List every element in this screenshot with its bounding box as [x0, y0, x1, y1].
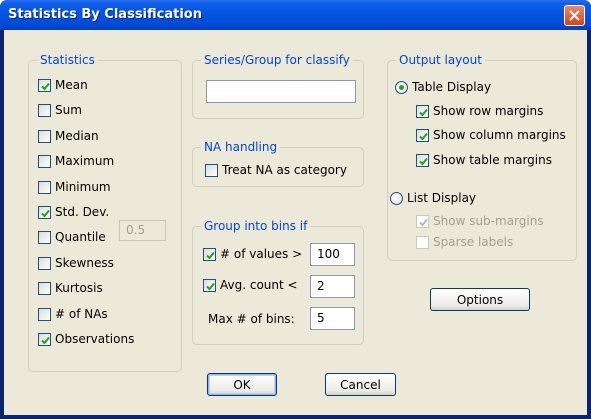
values-input[interactable]: 100: [310, 243, 355, 266]
stat-item-label: Quantile: [55, 230, 106, 244]
checkbox-box: [38, 154, 51, 168]
series-input[interactable]: [206, 80, 356, 103]
stat-item-label: # of NAs: [55, 307, 108, 321]
checkmark-icon: [419, 132, 428, 140]
checkbox-box: [203, 247, 216, 261]
close-icon: [569, 10, 580, 21]
list-display-label: List Display: [407, 191, 477, 205]
avg-count-label: Avg. count <: [220, 278, 298, 292]
checkmark-icon: [206, 282, 215, 290]
stat-item-label: Mean: [55, 78, 88, 92]
stat-mean-checkbox[interactable]: Mean: [38, 76, 88, 94]
values-label: # of values >: [220, 247, 303, 261]
row-margins-label: Show row margins: [433, 104, 544, 118]
quantile-input[interactable]: 0.5: [119, 220, 166, 241]
sparse-labels-label: Sparse labels: [433, 235, 514, 249]
checkmark-icon: [41, 209, 50, 217]
checkbox-box: [38, 281, 51, 295]
sub-margins-checkbox[interactable]: Show sub-margins: [416, 212, 544, 230]
checkbox-box: [205, 163, 218, 177]
checkmark-icon: [41, 82, 50, 90]
avg-count-input[interactable]: 2: [310, 275, 355, 298]
radio-circle: [395, 80, 408, 94]
checkbox-box: [38, 180, 51, 194]
stat-item-label: Maximum: [55, 154, 115, 168]
close-button[interactable]: [564, 5, 585, 26]
series-title: Series/Group for classify: [201, 53, 353, 67]
dialog-client: Statistics 0.5 Series/Group for classify…: [4, 30, 587, 415]
stat-sum-checkbox[interactable]: Sum: [38, 101, 82, 119]
checkmark-icon: [419, 157, 428, 165]
stat-item-label: Kurtosis: [55, 281, 103, 295]
bins-title: Group into bins if: [201, 219, 311, 233]
table-display-label: Table Display: [412, 80, 492, 94]
checkbox-box: [203, 278, 216, 292]
dialog-window: Statistics By Classification Statistics …: [0, 0, 591, 419]
treat-na-label: Treat NA as category: [222, 163, 347, 177]
column-margins-label: Show column margins: [433, 128, 566, 142]
stat-quantile-checkbox[interactable]: Quantile: [38, 228, 106, 246]
max-bins-label: Max # of bins:: [208, 312, 295, 326]
stat-item-label: Observations: [55, 332, 135, 346]
checkmark-icon: [206, 251, 215, 259]
stat-item-label: Sum: [55, 103, 82, 117]
table-margins-label: Show table margins: [433, 153, 552, 167]
table-margins-checkbox[interactable]: Show table margins: [416, 151, 552, 169]
stat-kurtosis-checkbox[interactable]: Kurtosis: [38, 279, 103, 297]
checkbox-box: [38, 78, 51, 92]
checkbox-box: [416, 104, 429, 118]
stat-item-label: Minimum: [55, 180, 111, 194]
options-button[interactable]: Options: [430, 288, 530, 311]
ok-button[interactable]: OK: [207, 373, 277, 396]
cancel-button[interactable]: Cancel: [325, 373, 396, 396]
checkbox-box: [38, 332, 51, 346]
checkmark-icon: [41, 336, 50, 344]
stat-item-label: Skewness: [55, 256, 114, 270]
checkbox-box: [38, 103, 51, 117]
statistics-title: Statistics: [37, 53, 98, 67]
checkbox-box: [416, 235, 429, 249]
checkmark-icon: [419, 108, 428, 116]
stat-item-label: Median: [55, 129, 99, 143]
stat-item-label: Std. Dev.: [55, 205, 110, 219]
output-title: Output layout: [396, 53, 485, 67]
stat-maximum-checkbox[interactable]: Maximum: [38, 152, 114, 170]
table-display-radio[interactable]: Table Display: [395, 78, 491, 96]
checkbox-box: [416, 214, 429, 228]
treat-na-checkbox[interactable]: Treat NA as category: [205, 161, 347, 179]
checkbox-box: [38, 256, 51, 270]
radio-dot-icon: [399, 84, 404, 90]
avg-count-checkbox[interactable]: Avg. count <: [203, 276, 298, 294]
radio-circle: [390, 191, 403, 205]
values-checkbox[interactable]: # of values >: [203, 245, 302, 263]
window-title: Statistics By Classification: [8, 7, 202, 22]
column-margins-checkbox[interactable]: Show column margins: [416, 126, 566, 144]
stat-skewness-checkbox[interactable]: Skewness: [38, 254, 114, 272]
checkbox-box: [416, 153, 429, 167]
stat-observations-checkbox[interactable]: Observations: [38, 330, 134, 348]
list-display-radio[interactable]: List Display: [390, 189, 476, 207]
checkmark-icon: [419, 218, 428, 226]
max-bins-input[interactable]: 5: [310, 307, 355, 330]
row-margins-checkbox[interactable]: Show row margins: [416, 102, 543, 120]
na-title: NA handling: [201, 140, 281, 154]
checkbox-box: [38, 307, 51, 321]
stat-std-dev-checkbox[interactable]: Std. Dev.: [38, 203, 109, 221]
stat-median-checkbox[interactable]: Median: [38, 127, 99, 145]
stat-of-nas-checkbox[interactable]: # of NAs: [38, 305, 108, 323]
title-bar[interactable]: Statistics By Classification: [0, 0, 591, 30]
checkbox-box: [38, 230, 51, 244]
checkbox-box: [416, 128, 429, 142]
sparse-labels-checkbox[interactable]: Sparse labels: [416, 233, 513, 251]
checkbox-box: [38, 129, 51, 143]
stat-minimum-checkbox[interactable]: Minimum: [38, 178, 111, 196]
checkbox-box: [38, 205, 51, 219]
sub-margins-label: Show sub-margins: [433, 214, 544, 228]
